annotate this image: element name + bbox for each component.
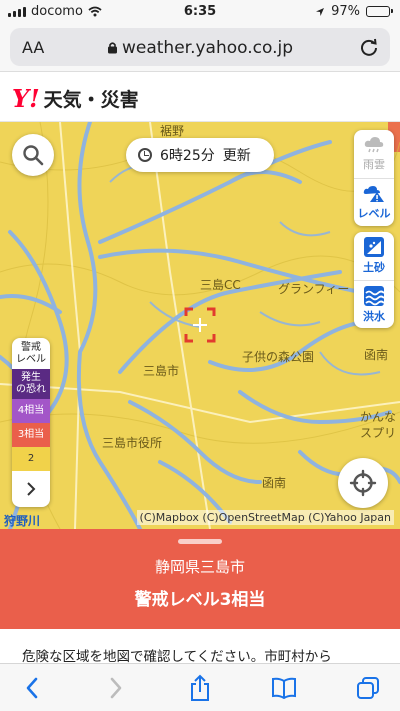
address-bar[interactable]: AA weather.yahoo.co.jp [10, 28, 390, 66]
share-icon [191, 674, 209, 701]
site-title: 天気・災害 [43, 89, 139, 111]
site-logo[interactable]: Y! 天気・災害 [12, 84, 139, 113]
layer-flood[interactable]: 洪水 [354, 280, 394, 328]
reload-icon[interactable] [358, 36, 380, 58]
lock-icon [107, 42, 117, 54]
browser-address-area: AA weather.yahoo.co.jp [0, 24, 400, 72]
clock-icon [138, 148, 152, 162]
bookmarks-button[interactable] [266, 672, 302, 704]
layer-label: 雨雲 [363, 158, 385, 171]
legend-expand-button[interactable] [12, 471, 50, 507]
legend-title-line: レベル [16, 354, 46, 365]
update-time-pill: 6時25分 更新 [126, 138, 274, 172]
legend-level-4: 4相当 [12, 399, 50, 423]
layer-landslide[interactable]: 土砂 [354, 232, 394, 280]
site-header: Y! 天気・災害 [0, 72, 400, 122]
back-button[interactable] [14, 672, 50, 704]
yahoo-logo-mark: Y! [12, 84, 40, 113]
location-arrow-icon [316, 7, 325, 16]
forward-button[interactable] [98, 672, 134, 704]
current-location-button[interactable] [338, 458, 388, 508]
layer-rain-cloud[interactable]: 雨雲 [354, 130, 394, 178]
battery-percent: 97% [331, 4, 360, 19]
map-label: 三島市役所 [102, 436, 163, 450]
legend-level-occurrence: 発生 の恐れ [12, 369, 50, 399]
map-label: 裾野 [160, 124, 185, 138]
legend-level-2: 2 [12, 447, 50, 471]
chevron-left-icon [26, 677, 38, 699]
map-search-button[interactable] [12, 134, 54, 176]
alert-notice: 危険な区域を地図で確認してください。市町村から [0, 629, 400, 663]
map-label: 三島CC [200, 278, 241, 292]
cloud-icon [364, 137, 384, 153]
map-label: かんな [360, 410, 397, 424]
legend-level-3: 3相当 [12, 423, 50, 447]
tabs-button[interactable] [350, 672, 386, 704]
tabs-icon [357, 677, 379, 699]
map-label: 函南 [262, 476, 287, 490]
map-label: グランフィー [278, 282, 350, 296]
layer-switcher-hazard: 土砂 洪水 [354, 232, 394, 328]
alert-place: 静岡県三島市 [154, 558, 245, 576]
map-attribution: (C)Mapbox (C)OpenStreetMap (C)Yahoo Japa… [136, 510, 394, 525]
legend-level-label: 3相当 [17, 429, 45, 440]
update-suffix: 更新 [222, 148, 251, 164]
status-bar: docomo 6:35 97% [0, 0, 400, 24]
map-label: 子供の森公園 [242, 350, 315, 364]
legend-level-label: 発生 [21, 372, 41, 383]
map-label: 函南 [364, 348, 389, 362]
map-label: スプリ [360, 426, 397, 440]
alert-level: 警戒レベル3相当 [134, 590, 266, 610]
layer-warning-level[interactable]: レベル [354, 178, 394, 226]
chevron-right-icon [27, 482, 36, 496]
search-icon [23, 145, 44, 166]
legend-level-label: 2 [27, 453, 35, 464]
legend-title: 警戒 レベル [12, 338, 50, 369]
legend-level-label: の恐れ [16, 384, 46, 395]
flood-icon [364, 285, 384, 306]
crosshair-icon [349, 469, 377, 497]
landslide-icon [364, 237, 384, 257]
update-time: 6時25分 [160, 148, 215, 164]
url-display[interactable]: weather.yahoo.co.jp [10, 38, 390, 58]
book-icon [272, 677, 296, 699]
sheet-drag-handle[interactable] [178, 539, 222, 544]
warning-level-icon [363, 185, 384, 202]
legend-title-line: 警戒 [21, 342, 41, 353]
layer-label: 土砂 [363, 261, 385, 274]
map-label: 三島市 [143, 364, 180, 378]
chevron-right-icon [110, 677, 122, 699]
warning-level-legend[interactable]: 警戒 レベル 発生 の恐れ 4相当 3相当 2 [12, 338, 50, 507]
hazard-map[interactable]: 裾野 三島CC グランフィー 子供の森公園 三島市 函南 三島市役所 かんな ス… [0, 122, 400, 529]
status-right-group: 97% [315, 4, 393, 19]
legend-level-label: 4相当 [17, 405, 45, 416]
url-text: weather.yahoo.co.jp [121, 38, 294, 58]
battery-icon [366, 6, 393, 17]
layer-label: レベル [357, 206, 391, 220]
layer-switcher-weather: 雨雲 レベル [354, 130, 394, 226]
layer-label: 洪水 [363, 309, 385, 323]
browser-toolbar [0, 663, 400, 711]
alert-sheet[interactable]: 静岡県三島市 警戒レベル3相当 [0, 529, 400, 629]
map-label-river: 狩野川 [4, 514, 41, 528]
map-base-layer [0, 122, 400, 529]
share-button[interactable] [182, 672, 218, 704]
